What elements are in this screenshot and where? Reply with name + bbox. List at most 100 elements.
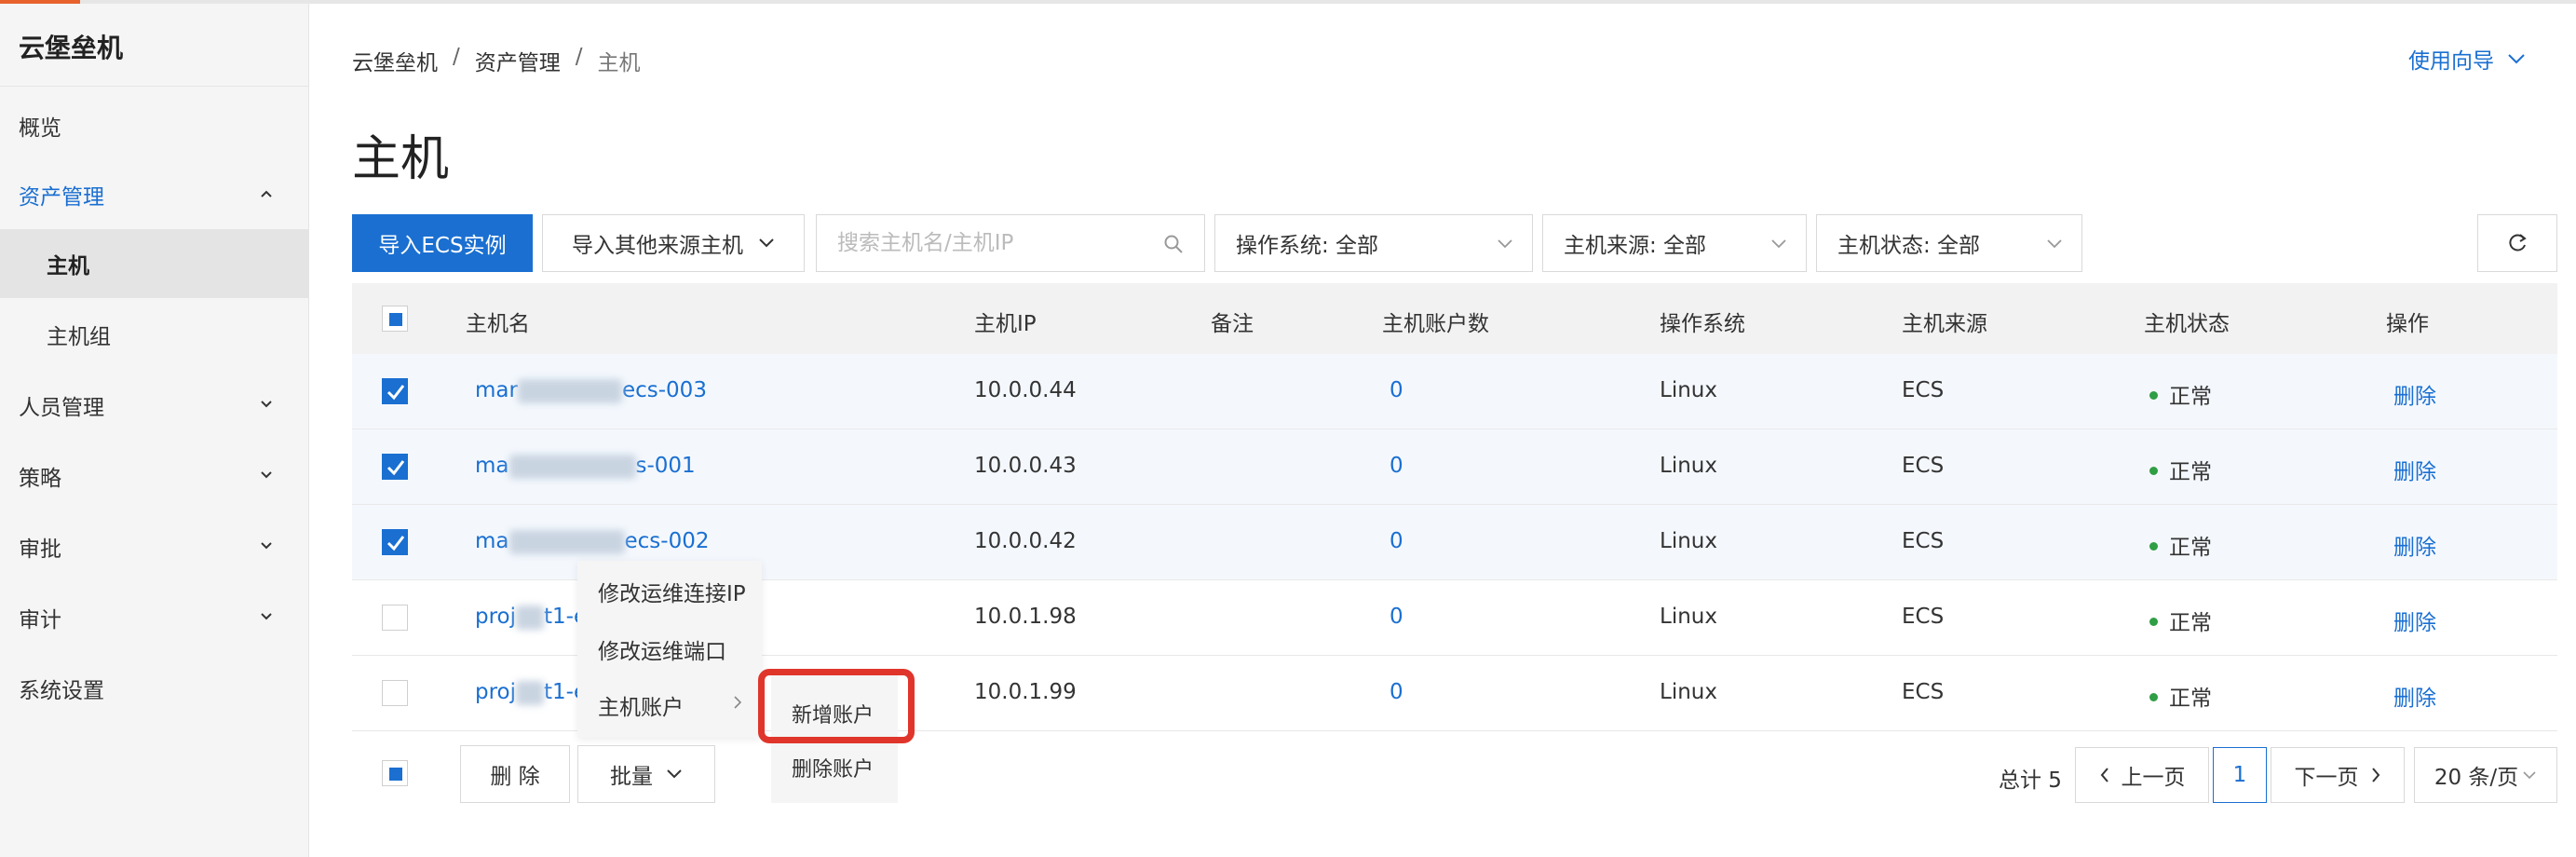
sidebar-item-settings[interactable]: 系统设置 — [0, 654, 308, 723]
sidebar-item-label: 策略 — [19, 467, 61, 491]
chevron-down-icon — [1771, 239, 1786, 249]
page-number-button[interactable]: 1 — [2213, 747, 2267, 803]
page-number-label: 1 — [2232, 763, 2247, 787]
column-header: 主机名 — [466, 312, 530, 336]
host-ip: 10.0.1.99 — [974, 680, 1077, 704]
delete-row-button[interactable]: 删除 — [2393, 454, 2436, 485]
status-badge: 正常 — [2149, 680, 2212, 712]
sidebar-item-label: 人员管理 — [19, 396, 104, 420]
menu-item-host-accounts[interactable]: 主机账户 — [598, 689, 684, 721]
host-ip: 10.0.0.42 — [974, 529, 1077, 553]
delete-row-button[interactable]: 删除 — [2393, 605, 2436, 636]
select-all-checkbox[interactable] — [382, 306, 408, 332]
source-filter-select[interactable]: 主机来源: 全部 — [1542, 214, 1807, 272]
chevron-down-icon — [2047, 239, 2062, 249]
column-header: 主机IP — [974, 312, 1037, 336]
search-input[interactable] — [837, 231, 1154, 255]
row-checkbox[interactable] — [382, 605, 408, 631]
host-source: ECS — [1902, 454, 1945, 478]
host-ip: 10.0.1.98 — [974, 605, 1077, 629]
host-name-link[interactable]: ma ecs-002 — [475, 529, 709, 554]
row-checkbox[interactable] — [382, 529, 408, 555]
os-filter-select[interactable]: 操作系统: 全部 — [1214, 214, 1533, 272]
row-checkbox[interactable] — [382, 680, 408, 706]
prev-page-button[interactable]: 上一页 — [2075, 747, 2209, 803]
highlight-annotation — [758, 669, 915, 743]
import-ecs-button[interactable]: 导入ECS实例 — [352, 214, 533, 272]
host-ip: 10.0.0.44 — [974, 378, 1077, 402]
sidebar-item-overview[interactable]: 概览 — [0, 91, 308, 160]
chevron-up-icon — [261, 190, 272, 197]
menu-item-modify-port[interactable]: 修改运维端口 — [598, 633, 726, 665]
table-row: ma s-001 10.0.0.43 0 Linux ECS 正常 删除 — [352, 429, 2557, 505]
prev-page-label: 上一页 — [2121, 766, 2186, 790]
delete-row-button[interactable]: 删除 — [2393, 529, 2436, 561]
status-badge: 正常 — [2149, 605, 2212, 636]
sidebar-item-hosts[interactable]: 主机 — [0, 229, 308, 298]
status-badge: 正常 — [2149, 378, 2212, 410]
chevron-down-icon — [261, 401, 272, 408]
host-source: ECS — [1902, 529, 1945, 553]
refresh-button[interactable] — [2477, 214, 2557, 272]
usage-guide-label: 使用向导 — [2408, 49, 2494, 74]
host-source: ECS — [1902, 605, 1945, 629]
search-box[interactable] — [816, 214, 1205, 272]
import-other-label: 导入其他来源主机 — [572, 234, 743, 258]
sidebar-item-label: 审批 — [19, 537, 61, 562]
status-filter-select[interactable]: 主机状态: 全部 — [1816, 214, 2082, 272]
host-os: Linux — [1660, 680, 1717, 704]
page-size-select[interactable]: 20 条/页 — [2414, 747, 2557, 803]
delete-row-button[interactable]: 删除 — [2393, 680, 2436, 712]
app-title: 云堡垒机 — [19, 33, 124, 63]
next-page-button[interactable]: 下一页 — [2271, 747, 2405, 803]
brand-divider — [0, 86, 308, 87]
sidebar-item-policy[interactable]: 策略 — [0, 442, 308, 510]
status-dot-icon — [2149, 467, 2158, 475]
bulk-delete-label: 删 除 — [490, 765, 540, 789]
table-header: 主机名 主机IP 备注 主机账户数 操作系统 主机来源 主机状态 操作 — [352, 283, 2557, 354]
host-account-count[interactable]: 0 — [1390, 454, 1403, 478]
breadcrumb-root[interactable]: 云堡垒机 — [352, 45, 438, 76]
os-filter-label: 操作系统: 全部 — [1236, 234, 1379, 258]
chevron-down-icon — [261, 542, 272, 550]
host-account-count[interactable]: 0 — [1390, 378, 1403, 402]
column-header: 备注 — [1211, 312, 1254, 336]
bulk-select-checkbox[interactable] — [382, 760, 408, 786]
host-account-count[interactable]: 0 — [1390, 680, 1403, 704]
row-checkbox[interactable] — [382, 454, 408, 480]
search-icon[interactable] — [1163, 234, 1184, 254]
delete-row-button[interactable]: 删除 — [2393, 378, 2436, 410]
sidebar-item-host-groups[interactable]: 主机组 — [0, 300, 308, 369]
host-account-count[interactable]: 0 — [1390, 605, 1403, 629]
breadcrumb-parent[interactable]: 资产管理 — [475, 45, 561, 76]
host-account-count[interactable]: 0 — [1390, 529, 1403, 553]
host-name-link[interactable]: ma s-001 — [475, 454, 696, 479]
top-border — [0, 0, 2576, 4]
chevron-down-icon — [759, 238, 774, 248]
host-name-link[interactable]: mar ecs-003 — [475, 378, 707, 403]
chevron-right-icon — [2371, 768, 2379, 782]
row-checkbox[interactable] — [382, 378, 408, 404]
menu-item-modify-ip[interactable]: 修改运维连接IP — [598, 576, 746, 607]
sidebar: 云堡垒机 概览 资产管理 主机 主机组 人员管理 策略 审批 审计 系统设置 — [0, 4, 309, 857]
sidebar-item-users[interactable]: 人员管理 — [0, 371, 308, 440]
bulk-batch-label: 批量 — [610, 765, 653, 789]
sidebar-item-assets[interactable]: 资产管理 — [0, 160, 308, 229]
chevron-right-icon — [734, 696, 742, 709]
column-header: 操作 — [2386, 312, 2429, 336]
sidebar-item-approval[interactable]: 审批 — [0, 512, 308, 581]
status-dot-icon — [2149, 693, 2158, 701]
refresh-icon — [2509, 234, 2527, 252]
import-other-hosts-button[interactable]: 导入其他来源主机 — [542, 214, 805, 272]
sidebar-item-label: 主机 — [47, 254, 89, 279]
host-os: Linux — [1660, 529, 1717, 553]
menu-item-delete-account[interactable]: 删除账户 — [792, 753, 874, 782]
chevron-down-icon — [261, 471, 272, 479]
breadcrumb-current: 主机 — [597, 51, 641, 75]
bulk-delete-button[interactable]: 删 除 — [460, 745, 570, 803]
usage-guide-link[interactable]: 使用向导 — [2408, 43, 2526, 75]
host-ip: 10.0.0.43 — [974, 454, 1077, 478]
bulk-batch-button[interactable]: 批量 — [577, 745, 715, 803]
sidebar-item-audit[interactable]: 审计 — [0, 583, 308, 652]
sidebar-item-label: 资产管理 — [19, 185, 104, 210]
